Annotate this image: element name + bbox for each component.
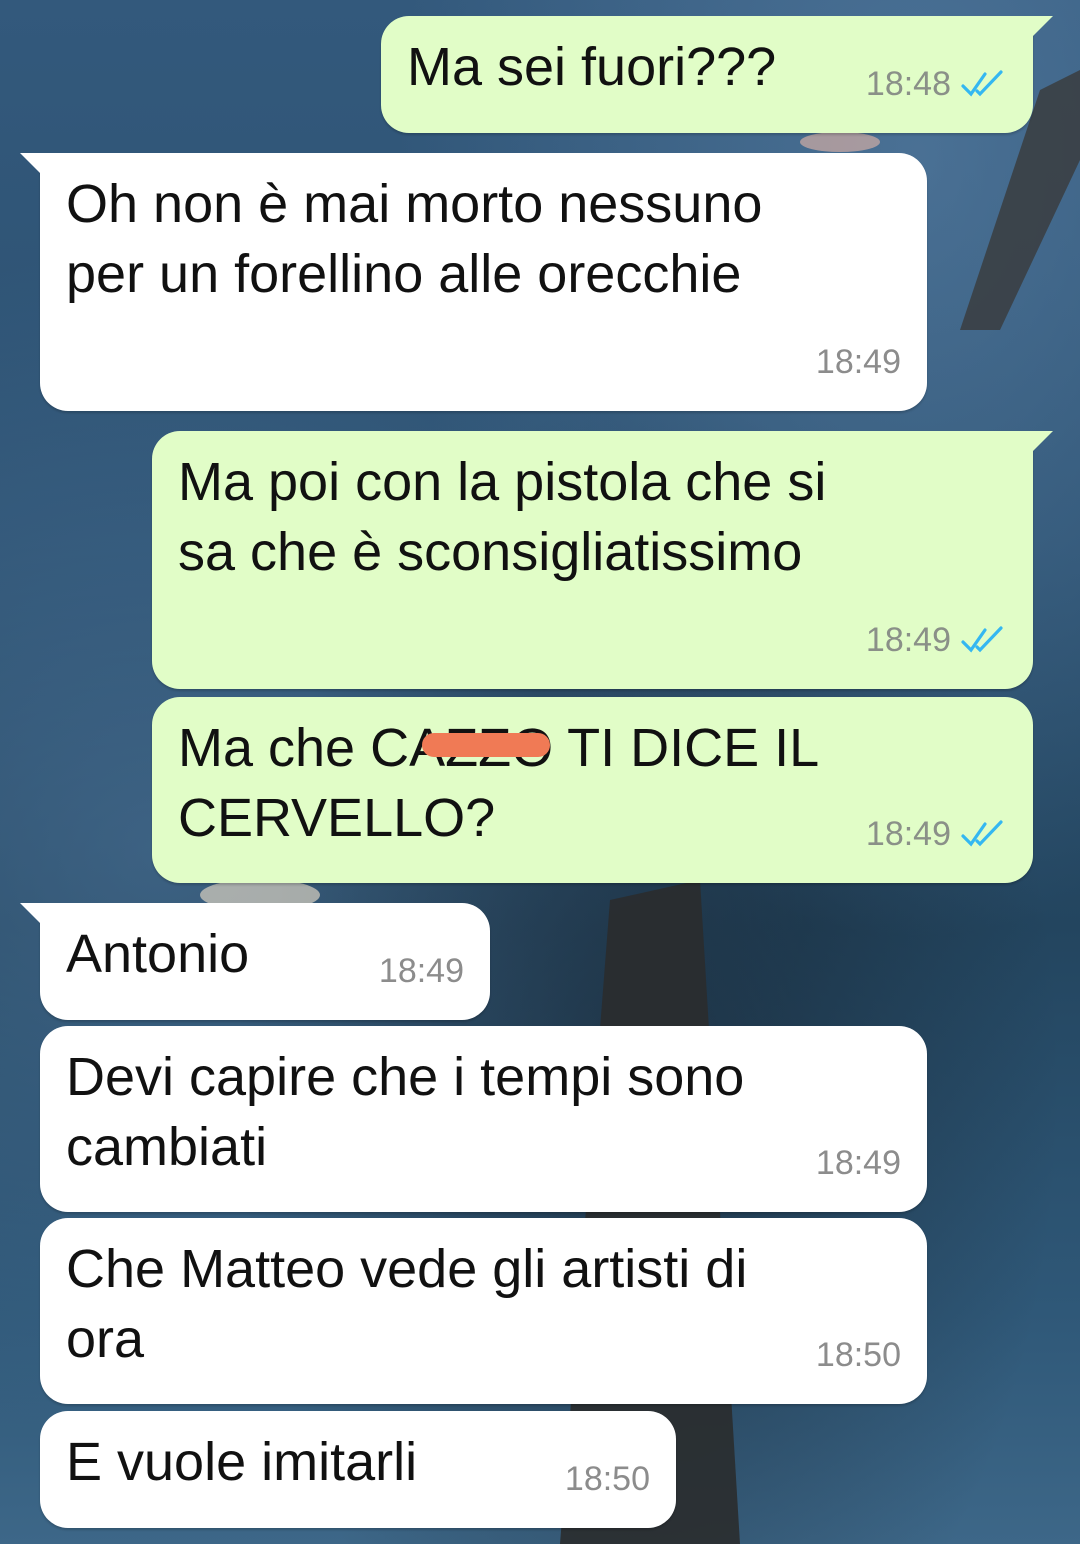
message-time: 18:49 (378, 952, 464, 990)
message-meta: 18:49 (866, 605, 1007, 675)
read-check-icon (961, 820, 1003, 847)
message-text: Devi capire che i tempi sono cambiati (66, 1047, 745, 1177)
message-bubble-incoming[interactable]: Oh non è mai morto nessuno per un forell… (20, 153, 927, 411)
message-bubble-outgoing[interactable]: Ma sei fuori??? 18:48 (381, 16, 1053, 133)
message-meta: 18:50 (816, 1320, 901, 1390)
message-bubble-incoming[interactable]: Che Matteo vede gli artisti di ora 18:50 (40, 1218, 927, 1404)
read-check-icon (961, 70, 1003, 97)
message-time: 18:49 (865, 815, 951, 853)
message-bubble-outgoing[interactable]: Ma poi con la pistola che si sa che è sc… (152, 431, 1053, 689)
message-text: Che Matteo vede gli artisti di ora (66, 1239, 748, 1369)
message-text: Ma poi con la pistola che si sa che è sc… (178, 452, 827, 582)
message-bubble-outgoing[interactable]: Ma che CAZZO TI DICE IL CERVELLO? 18:49 (152, 697, 1033, 883)
message-meta: 18:49 (816, 1128, 901, 1198)
message-meta: 18:49 (816, 327, 901, 397)
message-time: 18:50 (815, 1336, 901, 1374)
message-time: 18:49 (865, 621, 951, 659)
message-time: 18:48 (865, 65, 951, 103)
message-bubble-incoming[interactable]: E vuole imitarli 18:50 (40, 1411, 676, 1528)
message-bubble-incoming[interactable]: Antonio 18:49 (20, 903, 490, 1020)
read-check-icon (961, 626, 1003, 653)
message-time: 18:49 (815, 1144, 901, 1182)
message-text: Oh non è mai morto nessuno per un forell… (66, 174, 763, 304)
message-meta: 18:50 (565, 1444, 650, 1514)
message-meta: 18:48 (866, 49, 1007, 119)
message-meta: 18:49 (866, 799, 1007, 869)
redaction-mark (422, 733, 550, 757)
message-time: 18:49 (815, 343, 901, 381)
message-bubble-incoming[interactable]: Devi capire che i tempi sono cambiati 18… (40, 1026, 927, 1212)
message-meta: 18:49 (379, 936, 464, 1006)
message-time: 18:50 (564, 1460, 650, 1498)
message-text: E vuole imitarli (66, 1432, 418, 1492)
